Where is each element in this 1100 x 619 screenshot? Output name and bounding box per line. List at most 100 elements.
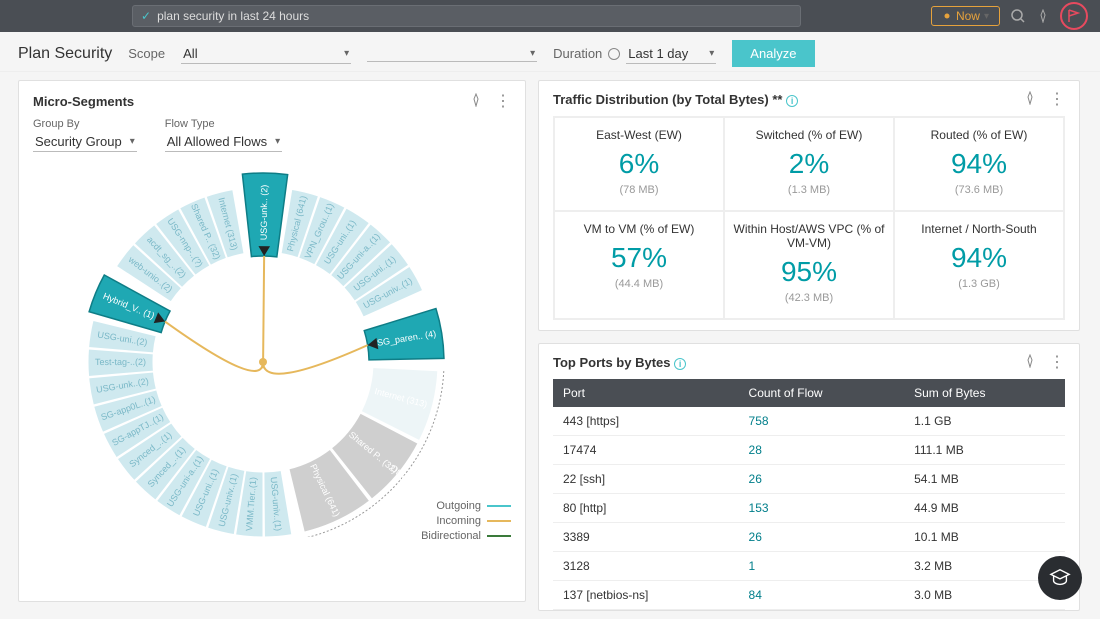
search-bar[interactable]: ✓ plan security in last 24 hours — [132, 5, 801, 27]
table-row[interactable]: 3389 26 10.1 MB — [553, 523, 1065, 552]
scope-select-secondary[interactable]: ▾ — [367, 46, 537, 62]
card-actions: ⋮ — [1023, 354, 1065, 371]
info-icon[interactable]: i — [786, 95, 798, 107]
card-actions: ⋮ — [1023, 91, 1065, 108]
flowtype-select[interactable]: All Allowed Flows ▾ — [165, 132, 282, 152]
col-port: Port — [553, 379, 739, 407]
chevron-down-icon: ▾ — [984, 11, 989, 22]
stat-value: 95% — [731, 256, 887, 288]
cell-sum: 111.1 MB — [904, 436, 1065, 465]
legend-bidirectional: Bidirectional — [421, 530, 481, 542]
now-button[interactable]: Now ▾ — [931, 6, 1000, 26]
help-fab[interactable] — [1038, 556, 1082, 600]
top-bar: ✓ plan security in last 24 hours Now ▾ — [0, 0, 1100, 32]
cell-port: 137 [netbios-ns] — [553, 581, 739, 610]
stat-cell: Internet / North-South 94% (1.3 GB) — [894, 211, 1064, 319]
stat-value: 6% — [561, 148, 717, 180]
card-title: Traffic Distribution (by Total Bytes) **… — [553, 92, 798, 107]
cell-count[interactable]: 28 — [739, 436, 905, 465]
stat-sub: (1.3 MB) — [731, 184, 887, 196]
table-row[interactable]: 443 [https] 758 1.1 GB — [553, 407, 1065, 436]
cell-port: 80 [http] — [553, 494, 739, 523]
scope-select[interactable]: All ▾ — [181, 44, 351, 64]
clock-icon — [608, 48, 620, 60]
brand-badge[interactable] — [1060, 2, 1088, 30]
info-icon[interactable]: i — [674, 358, 686, 370]
more-icon[interactable]: ⋮ — [1049, 92, 1065, 108]
top-ports-card: Top Ports by Bytes i ⋮ Port Count of Flo… — [538, 343, 1080, 611]
now-label: Now — [956, 9, 980, 23]
col-count: Count of Flow — [739, 379, 905, 407]
card-actions: ⋮ — [469, 93, 511, 110]
chart-legend: Outgoing Incoming Bidirectional — [421, 497, 511, 542]
flowtype-label: Flow Type — [165, 118, 282, 130]
table-row[interactable]: 17474 28 111.1 MB — [553, 436, 1065, 465]
chevron-down-icon: ▾ — [130, 136, 135, 147]
pin-icon[interactable] — [469, 93, 483, 110]
flag-icon — [1066, 8, 1082, 24]
pin-icon[interactable] — [1023, 354, 1037, 371]
cell-sum: 54.1 MB — [904, 465, 1065, 494]
flowtype-control: Flow Type All Allowed Flows ▾ — [165, 118, 282, 152]
cell-port: 17474 — [553, 436, 739, 465]
table-row[interactable]: 3128 1 3.2 MB — [553, 552, 1065, 581]
traffic-distribution-card: Traffic Distribution (by Total Bytes) **… — [538, 80, 1080, 331]
ports-title-text: Top Ports by Bytes — [553, 355, 671, 370]
more-icon[interactable]: ⋮ — [1049, 355, 1065, 371]
table-row[interactable]: 22 [ssh] 26 54.1 MB — [553, 465, 1065, 494]
stat-value: 57% — [561, 242, 717, 274]
cell-count[interactable]: 84 — [739, 581, 905, 610]
stat-label: Routed (% of EW) — [901, 128, 1057, 142]
chevron-down-icon: ▾ — [709, 48, 714, 59]
graduation-cap-icon — [1049, 567, 1071, 589]
pin-icon[interactable] — [1036, 9, 1050, 23]
groupby-select[interactable]: Security Group ▾ — [33, 132, 137, 152]
cell-count[interactable]: 153 — [739, 494, 905, 523]
legend-outgoing: Outgoing — [436, 500, 481, 512]
stat-cell: Routed (% of EW) 94% (73.6 MB) — [894, 117, 1064, 211]
stat-cell: Within Host/AWS VPC (% of VM-VM) 95% (42… — [724, 211, 894, 319]
stat-sub: (1.3 GB) — [901, 278, 1057, 290]
stat-sub: (42.3 MB) — [731, 292, 887, 304]
cell-count[interactable]: 758 — [739, 407, 905, 436]
search-icon[interactable] — [1010, 8, 1026, 24]
flowtype-value: All Allowed Flows — [167, 134, 267, 149]
cell-port: 3389 — [553, 523, 739, 552]
cell-count[interactable]: 1 — [739, 552, 905, 581]
groupby-label: Group By — [33, 118, 137, 130]
cell-sum: 44.9 MB — [904, 494, 1065, 523]
card-title: Micro-Segments — [33, 94, 134, 109]
chevron-down-icon: ▾ — [530, 48, 535, 59]
cell-sum: 10.1 MB — [904, 523, 1065, 552]
cell-count[interactable]: 26 — [739, 523, 905, 552]
stats-grid: East-West (EW) 6% (78 MB)Switched (% of … — [553, 116, 1065, 320]
right-column: Traffic Distribution (by Total Bytes) **… — [538, 80, 1080, 611]
cell-port: 443 [https] — [553, 407, 739, 436]
cell-count[interactable]: 26 — [739, 465, 905, 494]
analyze-button[interactable]: Analyze — [732, 40, 814, 67]
table-row[interactable]: 137 [netbios-ns] 84 3.0 MB — [553, 581, 1065, 610]
page-title: Plan Security — [18, 45, 112, 63]
svg-text:Test-tag-..(2): Test-tag-..(2) — [95, 357, 146, 367]
more-icon[interactable]: ⋮ — [495, 94, 511, 110]
stat-label: VM to VM (% of EW) — [561, 222, 717, 236]
top-right: Now ▾ — [931, 6, 1050, 26]
groupby-control: Group By Security Group ▾ — [33, 118, 137, 152]
sunburst-chart[interactable]: VMM.Tier..(1)USG-univ..(1)USG-uni..(1)US… — [33, 162, 513, 542]
card-header: Top Ports by Bytes i ⋮ — [553, 354, 1065, 371]
stat-sub: (78 MB) — [561, 184, 717, 196]
duration-select[interactable]: Last 1 day ▾ — [626, 44, 716, 64]
stat-label: Internet / North-South — [901, 222, 1057, 236]
scope-value: All — [183, 46, 197, 61]
content: Micro-Segments ⋮ Group By Security Group… — [0, 72, 1100, 619]
table-row[interactable]: 80 [http] 153 44.9 MB — [553, 494, 1065, 523]
card-header: Traffic Distribution (by Total Bytes) **… — [553, 91, 1065, 108]
col-sum: Sum of Bytes — [904, 379, 1065, 407]
stat-value: 2% — [731, 148, 887, 180]
pin-icon[interactable] — [1023, 91, 1037, 108]
ports-table: Port Count of Flow Sum of Bytes 443 [htt… — [553, 379, 1065, 610]
stat-value: 94% — [901, 242, 1057, 274]
chevron-down-icon: ▾ — [275, 136, 280, 147]
stat-cell: Switched (% of EW) 2% (1.3 MB) — [724, 117, 894, 211]
groupby-value: Security Group — [35, 134, 122, 149]
